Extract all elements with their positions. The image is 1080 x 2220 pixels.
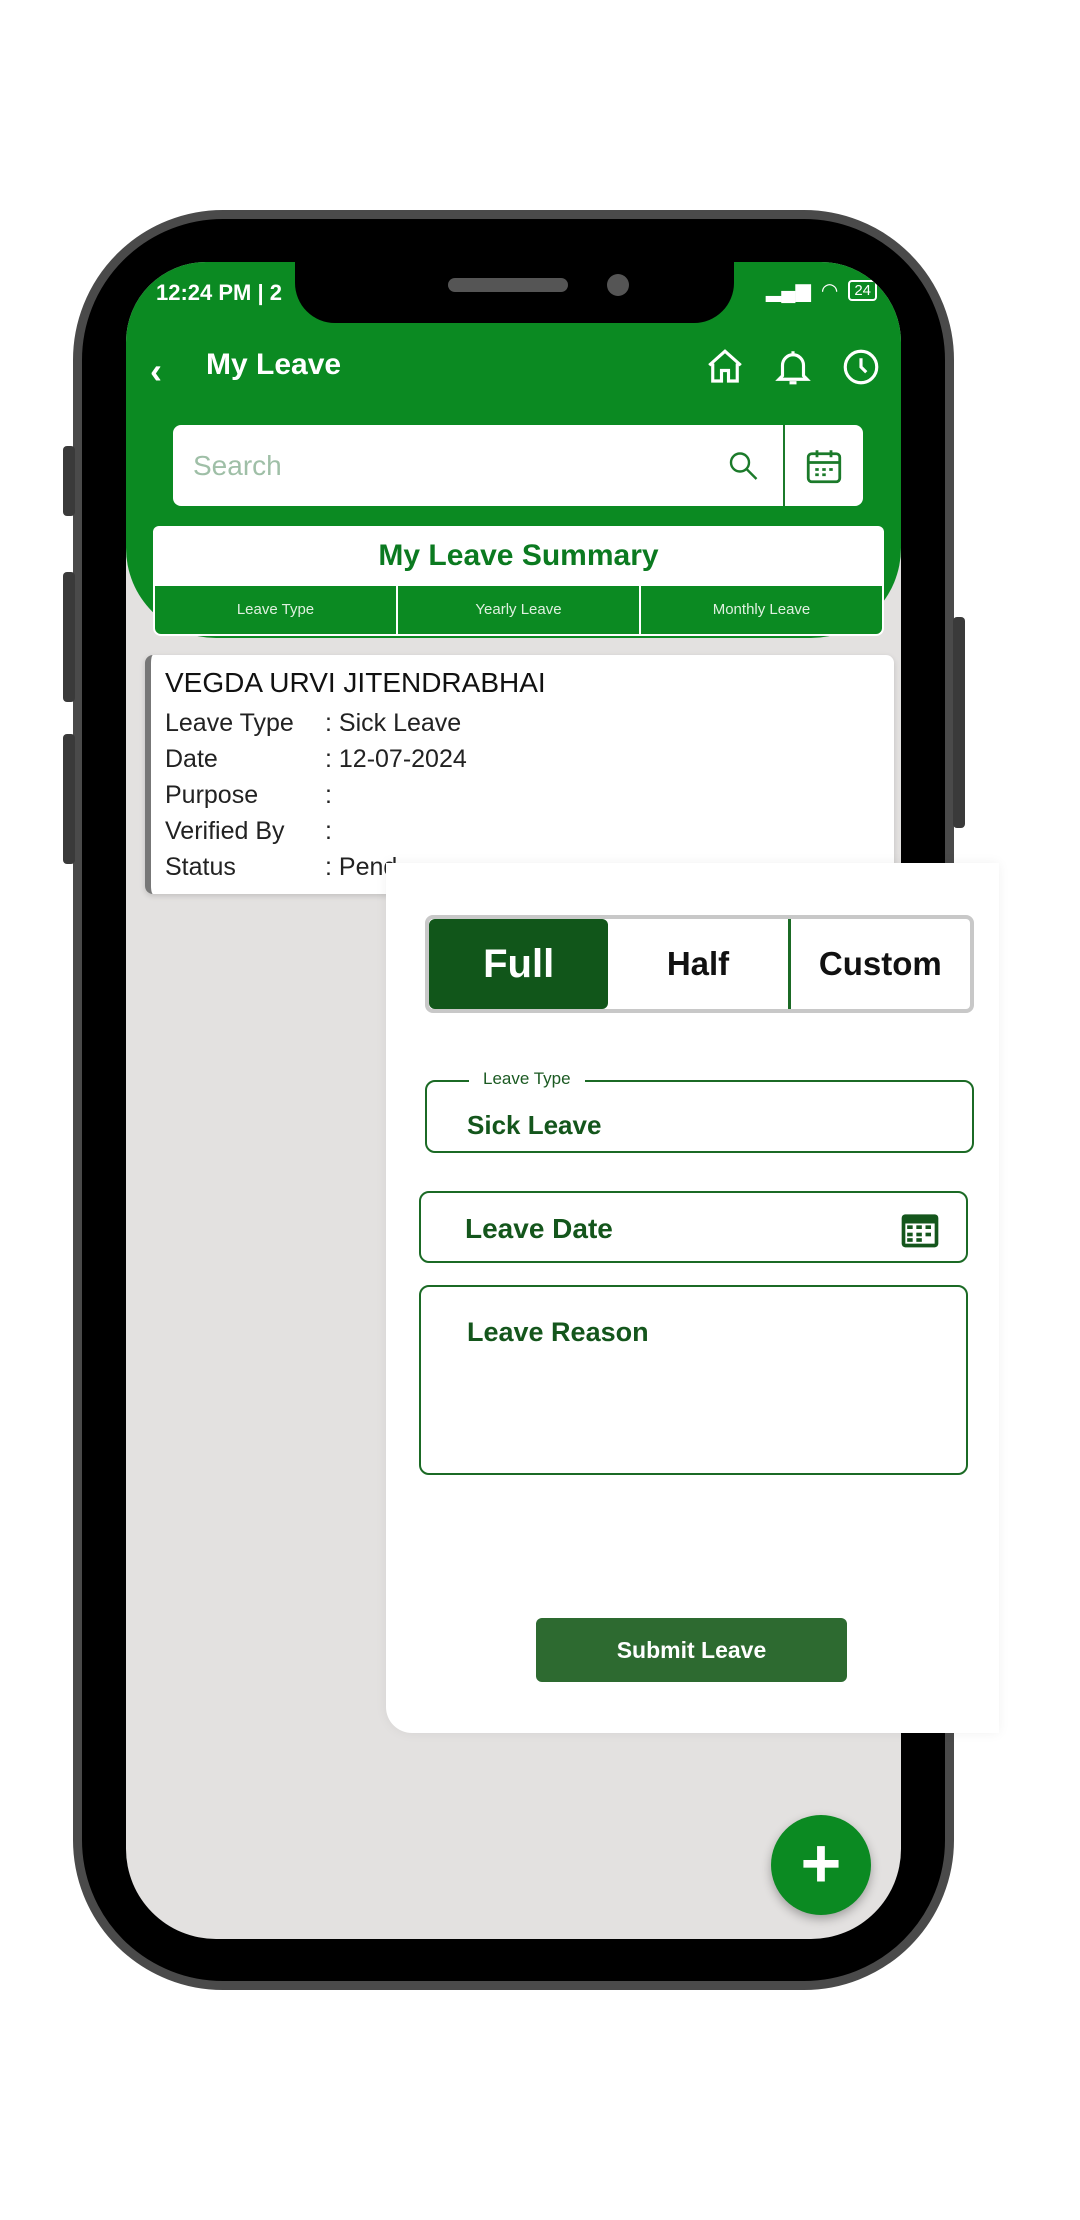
bell-icon[interactable] bbox=[772, 346, 814, 388]
status-icons: ▂▄▆ ◠ 24 bbox=[766, 278, 877, 303]
tab-leave-type[interactable]: Leave Type bbox=[155, 586, 398, 634]
search-input[interactable] bbox=[173, 425, 703, 506]
signal-icon: ▂▄▆ bbox=[765, 280, 811, 302]
card-row-date: Date : 12-07-2024 bbox=[165, 741, 880, 777]
phone-camera bbox=[607, 274, 629, 296]
add-leave-button[interactable]: + bbox=[771, 1815, 871, 1915]
tab-yearly-leave[interactable]: Yearly Leave bbox=[398, 586, 641, 634]
leave-summary-title: My Leave Summary bbox=[153, 526, 884, 586]
leave-type-label: Leave Type bbox=[469, 1069, 585, 1089]
leave-type-field[interactable]: Leave Type Sick Leave bbox=[425, 1069, 974, 1153]
phone-silent-switch bbox=[63, 446, 75, 516]
phone-speaker bbox=[448, 278, 568, 292]
card-row-leave-type: Leave Type : Sick Leave bbox=[165, 705, 880, 741]
row-value: : bbox=[325, 781, 332, 809]
row-label: Date bbox=[165, 745, 218, 773]
employee-name: VEGDA URVI JITENDRABHAI bbox=[165, 667, 546, 698]
calendar-icon bbox=[806, 449, 842, 483]
row-value: : 12-07-2024 bbox=[325, 745, 467, 773]
segment-half[interactable]: Half bbox=[608, 919, 791, 1009]
summary-tabs: Leave Type Yearly Leave Monthly Leave bbox=[153, 586, 884, 636]
status-time: 12:24 PM | 2 bbox=[156, 280, 282, 305]
row-value: : Sick Leave bbox=[325, 709, 462, 737]
search-icon[interactable] bbox=[703, 425, 783, 506]
wifi-icon: ◠ bbox=[820, 280, 839, 302]
phone-volume-up bbox=[63, 572, 75, 702]
segment-custom[interactable]: Custom bbox=[791, 919, 970, 1009]
card-row-purpose: Purpose: bbox=[165, 777, 880, 813]
tab-monthly-leave[interactable]: Monthly Leave bbox=[641, 586, 882, 634]
leave-card[interactable]: VEGDA URVI JITENDRABHAI Leave Type : Sick… bbox=[145, 655, 894, 894]
leave-duration-selector: Full Half Custom bbox=[425, 915, 974, 1013]
row-label: Purpose bbox=[165, 781, 259, 809]
battery-icon: 24 bbox=[848, 280, 877, 301]
clock-icon[interactable] bbox=[840, 346, 882, 388]
leave-type-value: Sick Leave bbox=[467, 1110, 602, 1140]
leave-date-field[interactable]: Leave Date bbox=[419, 1191, 968, 1263]
row-value: : bbox=[325, 817, 332, 845]
search-bar bbox=[173, 425, 863, 506]
leave-reason-field[interactable]: Leave Reason bbox=[419, 1285, 968, 1475]
row-label: Leave Type bbox=[165, 709, 294, 737]
phone-volume-down bbox=[63, 734, 75, 864]
calendar-icon[interactable] bbox=[898, 1207, 942, 1251]
phone-notch bbox=[295, 262, 734, 323]
back-icon[interactable]: ‹ bbox=[150, 350, 162, 392]
phone-power-button bbox=[953, 617, 965, 828]
leave-date-placeholder: Leave Date bbox=[465, 1213, 613, 1244]
row-label: Status bbox=[165, 853, 236, 881]
leave-reason-placeholder: Leave Reason bbox=[467, 1317, 649, 1347]
segment-full[interactable]: Full bbox=[429, 919, 609, 1009]
card-row-verified-by: Verified By: bbox=[165, 813, 880, 849]
home-icon[interactable] bbox=[704, 346, 746, 388]
submit-leave-button[interactable]: Submit Leave bbox=[536, 1618, 847, 1682]
row-label: Verified By bbox=[165, 817, 285, 845]
leave-form-panel: Full Half Custom Leave Type Sick Leave L… bbox=[386, 863, 999, 1733]
page-title: My Leave bbox=[206, 348, 342, 381]
calendar-filter-button[interactable] bbox=[783, 425, 863, 506]
